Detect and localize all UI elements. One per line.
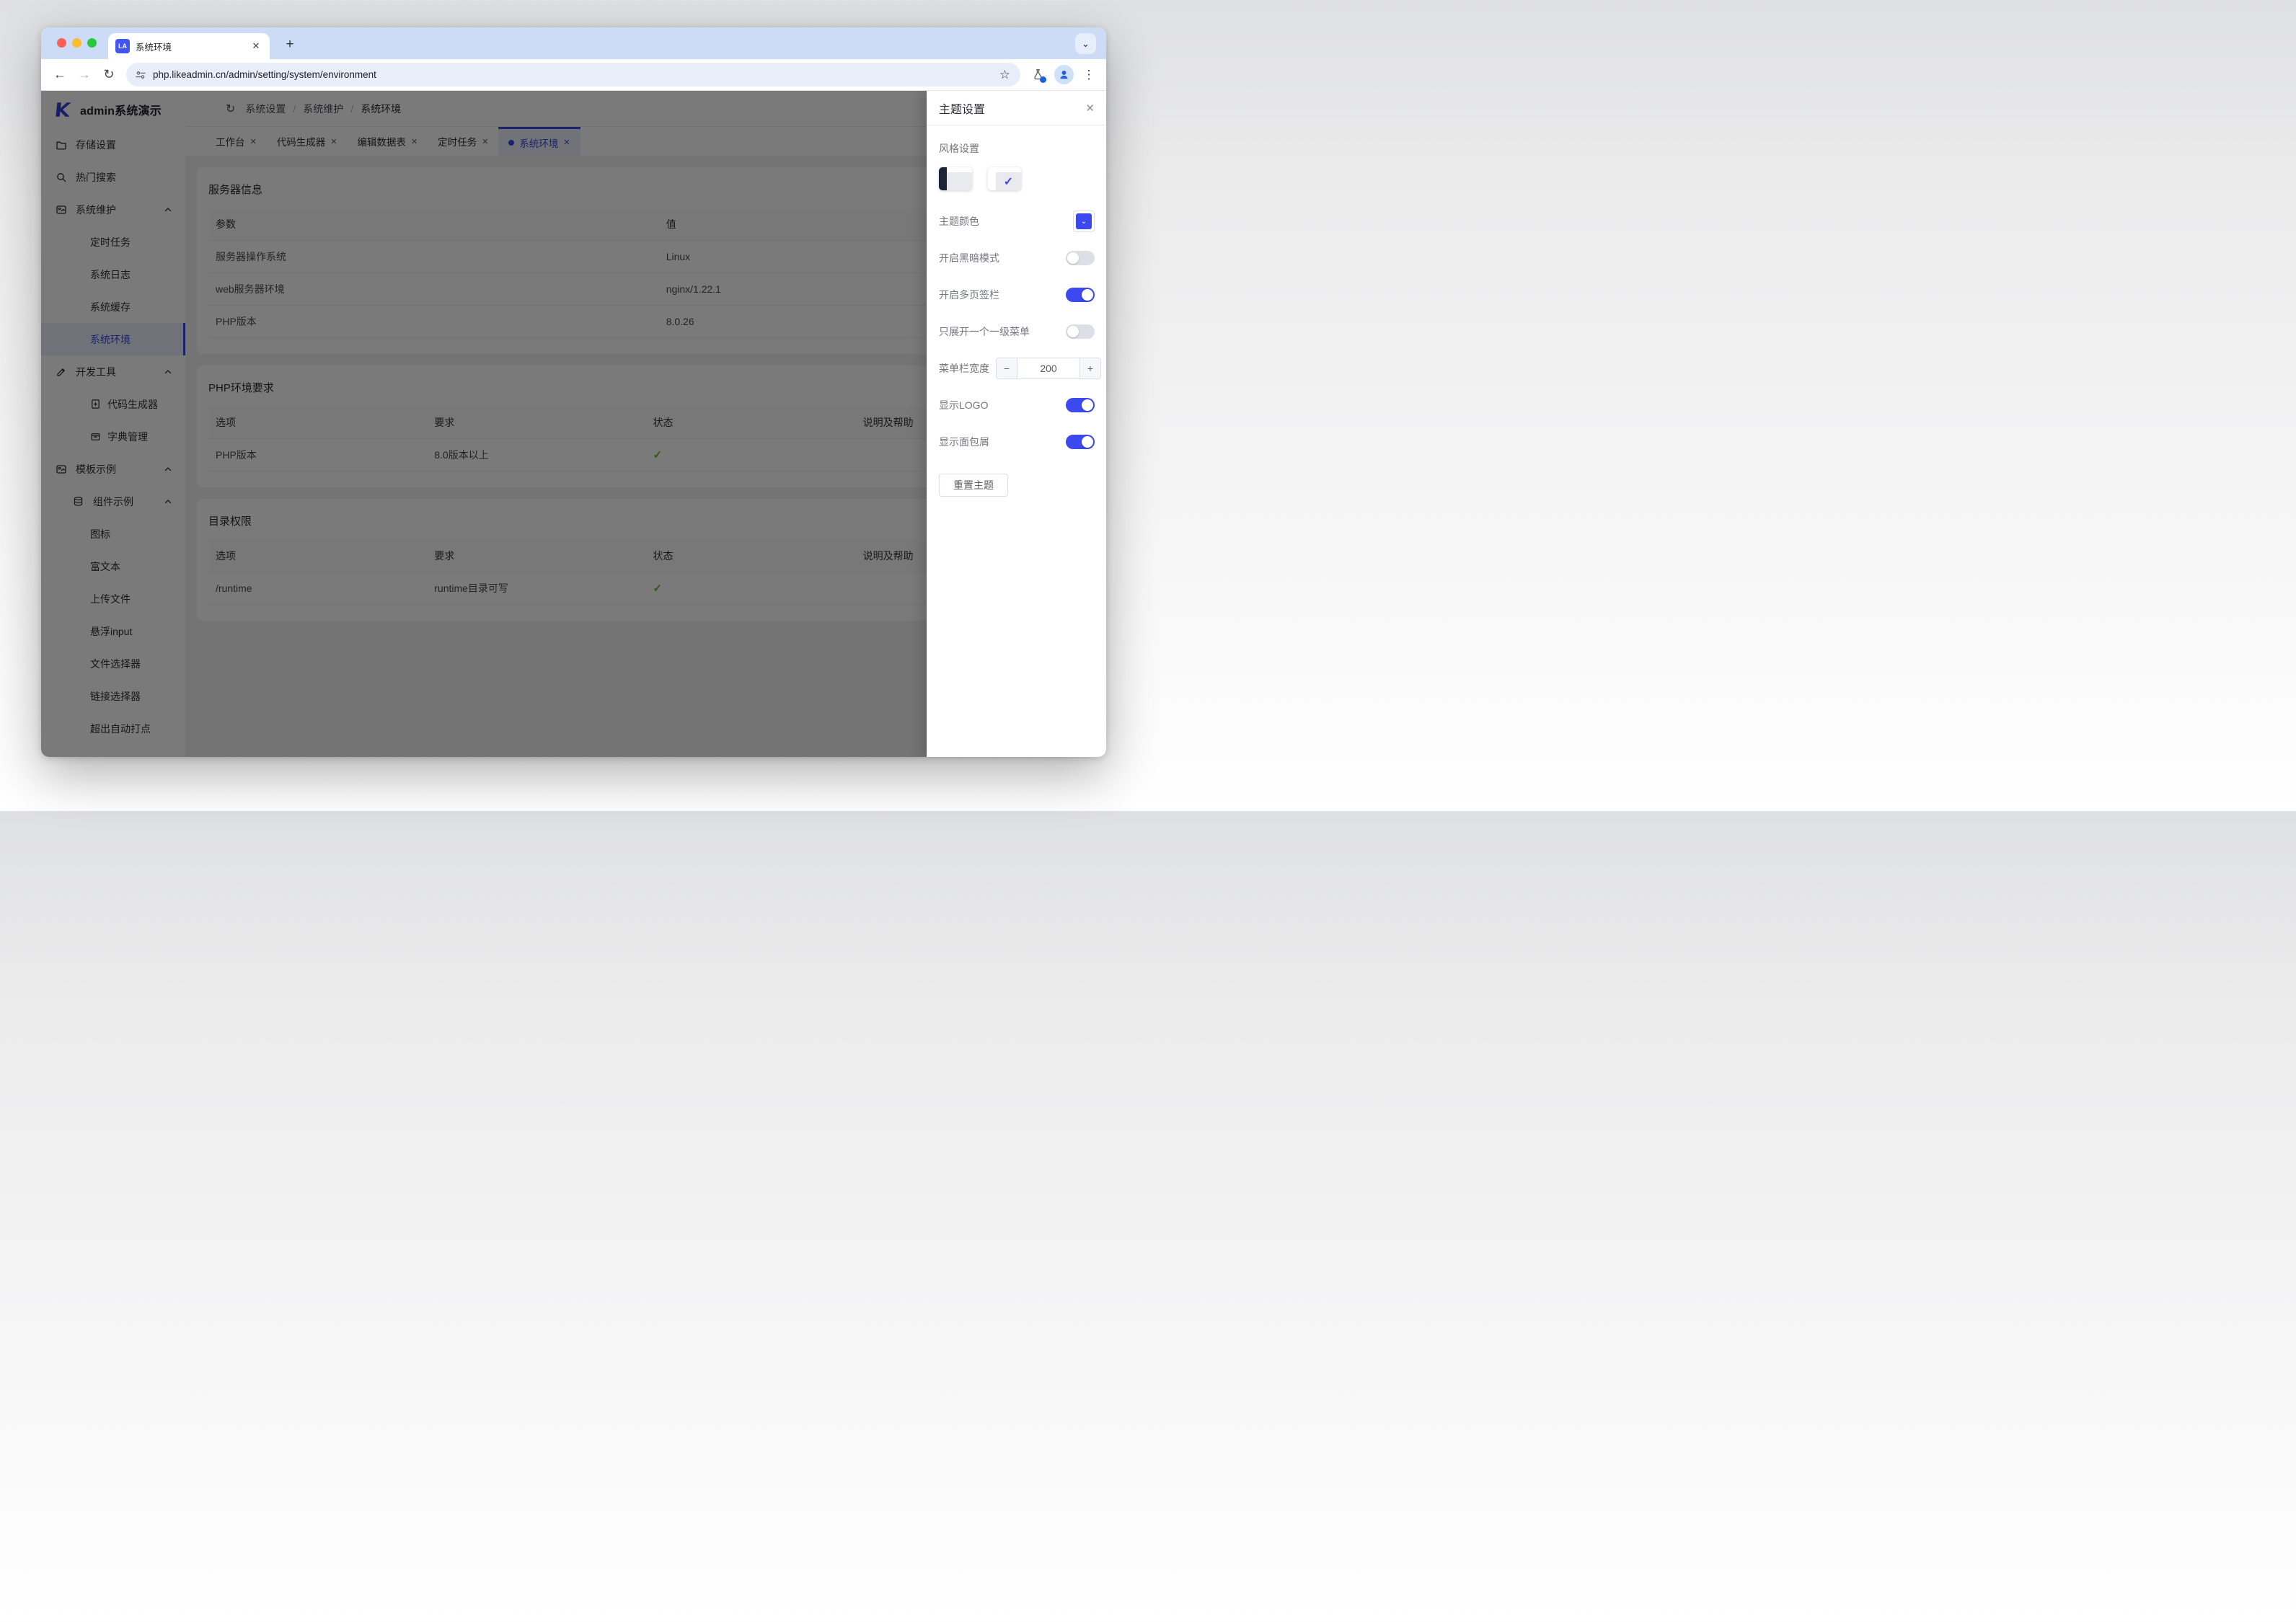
theme-settings-drawer: 主题设置 ✕ 风格设置 ✓ 主题颜色 <box>927 91 1106 757</box>
traffic-minimize-icon[interactable] <box>72 38 81 48</box>
toggle-knob <box>1067 252 1079 264</box>
browser-menu-kebab-icon[interactable]: ⋮ <box>1079 68 1099 82</box>
back-icon[interactable]: ← <box>48 63 71 87</box>
selected-check-icon: ✓ <box>996 172 1021 190</box>
browser-window: LA 系统环境 ✕ + ⌄ ← → ↻ php.likeadmin.cn/adm… <box>41 27 1106 757</box>
close-icon[interactable]: ✕ <box>1085 102 1095 115</box>
show-breadcrumb-label: 显示面包屑 <box>939 435 989 449</box>
theme-color-row: 主题颜色 ⌄ <box>939 210 1095 232</box>
new-tab-button[interactable]: + <box>281 36 299 55</box>
single-menu-toggle[interactable] <box>1066 324 1095 339</box>
drawer-body: 风格设置 ✓ 主题颜色 ⌄ <box>927 125 1106 757</box>
show-breadcrumb-toggle[interactable] <box>1066 435 1095 449</box>
single-menu-row: 只展开一个一级菜单 <box>939 321 1095 342</box>
swatch-light-sidebar-bar <box>988 167 996 190</box>
single-menu-label: 只展开一个一级菜单 <box>939 324 1030 339</box>
style-settings-label: 风格设置 <box>939 141 1095 156</box>
flask-badge-dot <box>1040 76 1046 83</box>
toolbar-right: ⋮ <box>1026 63 1099 87</box>
multi-tab-toggle[interactable] <box>1066 288 1095 302</box>
color-picker[interactable]: ⌄ <box>1073 210 1095 232</box>
menu-width-label: 菜单栏宽度 <box>939 361 989 376</box>
swatch-dark-sidebar-bar <box>939 167 947 190</box>
multi-tab-row: 开启多页签栏 <box>939 284 1095 306</box>
browser-toolbar: ← → ↻ php.likeadmin.cn/admin/setting/sys… <box>41 59 1106 91</box>
experiments-flask-icon[interactable] <box>1026 63 1049 87</box>
reload-icon[interactable]: ↻ <box>97 63 120 87</box>
page-viewport: admin系统演示 存储设置 热门搜索 系统维护 <box>41 91 1106 757</box>
tune-icon <box>135 69 146 81</box>
toggle-knob <box>1082 436 1093 448</box>
style-swatches: ✓ <box>939 167 1095 190</box>
show-breadcrumb-row: 显示面包屑 <box>939 431 1095 453</box>
browser-tabstrip: LA 系统环境 ✕ + ⌄ <box>41 27 1106 59</box>
url-text[interactable]: php.likeadmin.cn/admin/setting/system/en… <box>153 69 987 80</box>
multi-tab-label: 开启多页签栏 <box>939 288 999 302</box>
show-logo-row: 显示LOGO <box>939 394 1095 416</box>
toggle-knob <box>1082 399 1093 411</box>
style-option-dark-sidebar[interactable] <box>939 167 972 190</box>
address-bar[interactable]: php.likeadmin.cn/admin/setting/system/en… <box>126 63 1020 87</box>
browser-tab[interactable]: LA 系统环境 ✕ <box>108 33 270 59</box>
style-option-light-sidebar-selected[interactable]: ✓ <box>988 167 1021 190</box>
site-favicon: LA <box>115 39 130 53</box>
decrease-button[interactable]: − <box>997 358 1017 378</box>
color-swatch-chevron-icon: ⌄ <box>1076 213 1092 229</box>
profile-avatar[interactable] <box>1054 65 1074 84</box>
reset-theme-button[interactable]: 重置主题 <box>939 474 1008 497</box>
browser-tab-title: 系统环境 <box>136 40 244 53</box>
person-icon <box>1058 68 1070 81</box>
tab-close-icon[interactable]: ✕ <box>250 40 262 53</box>
menu-width-input[interactable] <box>1017 358 1079 378</box>
window-controls <box>57 38 97 48</box>
drawer-title: 主题设置 <box>939 99 985 117</box>
dark-mode-toggle[interactable] <box>1066 251 1095 265</box>
show-logo-label: 显示LOGO <box>939 398 988 412</box>
bookmark-star-icon[interactable]: ☆ <box>994 68 1016 82</box>
drawer-header: 主题设置 ✕ <box>927 91 1106 125</box>
tab-search-chevron-icon[interactable]: ⌄ <box>1075 33 1096 54</box>
theme-color-label: 主题颜色 <box>939 214 979 229</box>
menu-width-row: 菜单栏宽度 − + <box>939 358 1095 379</box>
traffic-maximize-icon[interactable] <box>87 38 97 48</box>
toggle-knob <box>1082 289 1093 301</box>
traffic-close-icon[interactable] <box>57 38 66 48</box>
dark-mode-label: 开启黑暗模式 <box>939 251 999 265</box>
increase-button[interactable]: + <box>1079 358 1100 378</box>
menu-width-stepper: − + <box>996 358 1101 379</box>
toggle-knob <box>1067 326 1079 337</box>
forward-icon[interactable]: → <box>73 63 96 87</box>
dark-mode-row: 开启黑暗模式 <box>939 247 1095 269</box>
show-logo-toggle[interactable] <box>1066 398 1095 412</box>
